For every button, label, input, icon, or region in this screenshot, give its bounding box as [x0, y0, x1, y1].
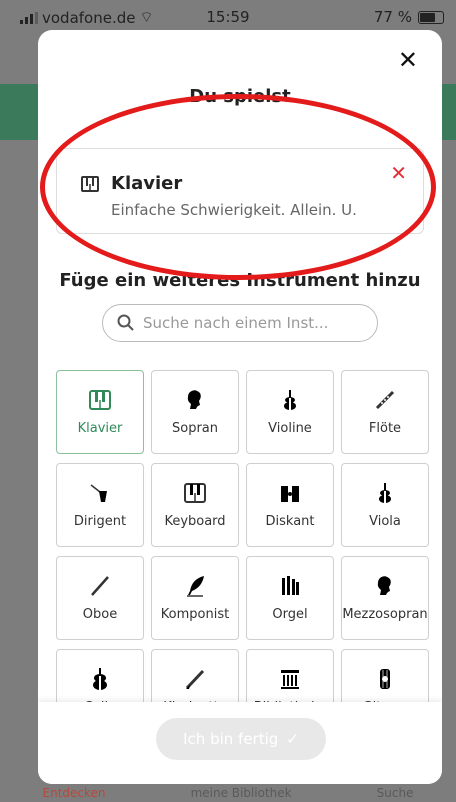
clarinet-icon [184, 668, 206, 690]
instrument-tile[interactable]: Orgel [246, 556, 334, 640]
instrument-label: Sopran [171, 420, 218, 436]
instrument-label: Diskant [265, 513, 315, 529]
diskant-icon [279, 482, 301, 504]
instrument-tile[interactable]: Diskant [246, 463, 334, 547]
flute-icon [374, 389, 396, 411]
instrument-label: Mezzosopran [342, 606, 428, 622]
current-instrument-card[interactable]: Klavier Einfache Schwierigkeit. Allein. … [56, 148, 424, 234]
instrument-label: Dirigent [73, 513, 127, 529]
status-bar: vodafone.de ⌔ 15:59 77 % [0, 0, 456, 34]
battery-icon [418, 10, 444, 24]
instrument-tile[interactable]: Klavier [56, 370, 144, 454]
instrument-grid: Klavier Sopran Violine Flöte Dirigent Keyboar… [56, 370, 429, 733]
current-instrument-name: Klavier [81, 173, 182, 194]
add-instrument-heading: Füge ein weiteres Instrument hinzu [59, 270, 421, 291]
search-input[interactable]: Suche nach einem Inst... [102, 304, 378, 342]
library-icon [279, 668, 301, 690]
keyboard-icon [184, 482, 206, 504]
remove-instrument-button[interactable]: ✕ [390, 161, 407, 185]
instrument-label: Flöte [368, 420, 402, 436]
instrument-label: Komponist [160, 606, 230, 622]
piano-icon [81, 175, 99, 192]
head-icon [184, 389, 206, 411]
search-placeholder: Suche nach einem Inst... [143, 314, 329, 332]
done-button[interactable]: Ich bin fertig ✓ [156, 718, 326, 760]
instrument-tile[interactable]: Sopran [151, 370, 239, 454]
tab-entdecken[interactable]: Entdecken [43, 786, 106, 800]
quill-icon [184, 575, 206, 597]
battery-percent: 77 % [373, 8, 412, 26]
instrument-modal: ✕ Du spielst Klavier Einfache Schwierigk… [38, 30, 442, 784]
instrument-tile[interactable]: Keyboard [151, 463, 239, 547]
head-icon [374, 575, 396, 597]
instrument-label: Violine [268, 420, 312, 436]
instrument-label: Keyboard [164, 513, 226, 529]
search-icon [117, 314, 134, 331]
modal-title: Du spielst [189, 86, 291, 107]
instrument-tile[interactable]: Flöte [341, 370, 429, 454]
instrument-tile[interactable]: Komponist [151, 556, 239, 640]
instrument-label: Orgel [272, 606, 308, 622]
check-icon: ✓ [286, 730, 299, 748]
oboe-icon [89, 575, 111, 597]
tab-suche[interactable]: Suche [377, 786, 414, 800]
cello-icon [89, 667, 111, 690]
instrument-tile[interactable]: Mezzosopran [341, 556, 429, 640]
piano-icon [89, 389, 111, 411]
instrument-tile[interactable]: Oboe [56, 556, 144, 640]
instrument-tile[interactable]: Viola [341, 463, 429, 547]
organ-icon [279, 575, 301, 597]
tab-meine-bibliothek[interactable]: meine Bibliothek [191, 786, 292, 800]
instrument-tile[interactable]: Violine [246, 370, 334, 454]
guitar-icon [374, 668, 396, 690]
instrument-label: Oboe [82, 606, 118, 622]
instrument-label: Klavier [77, 420, 123, 436]
battery: 77 % [374, 8, 444, 26]
conductor-icon [89, 482, 111, 504]
current-instrument-details: Einfache Schwierigkeit. Allein. U. [111, 201, 357, 219]
close-button[interactable]: ✕ [398, 46, 418, 74]
footer: Ich bin fertig ✓ [38, 702, 442, 784]
viola-icon [374, 482, 396, 504]
instrument-label: Viola [369, 513, 401, 529]
instrument-tile[interactable]: Dirigent [56, 463, 144, 547]
violin-icon [279, 389, 301, 411]
